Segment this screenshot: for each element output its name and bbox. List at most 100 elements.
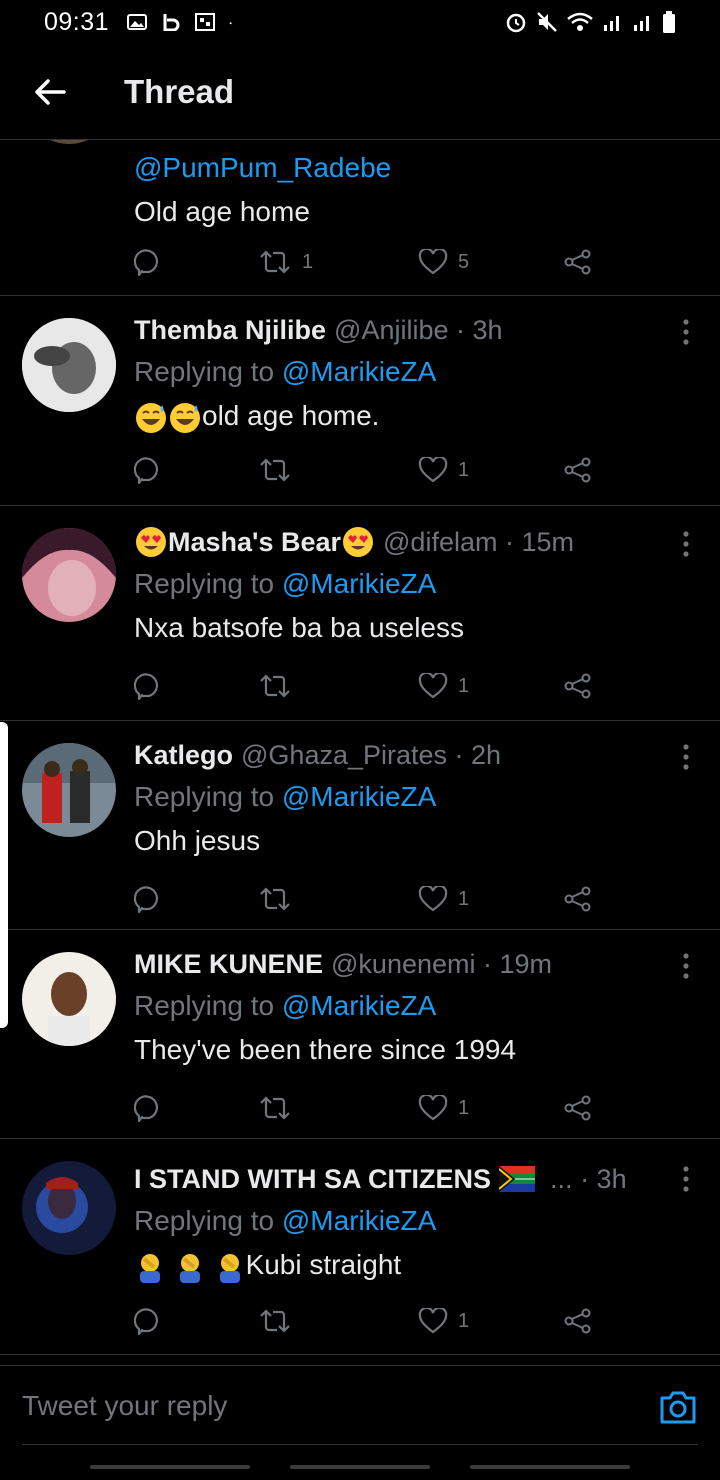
- avatar[interactable]: [22, 952, 116, 1046]
- back-button[interactable]: [20, 62, 80, 122]
- tweet-partial[interactable]: @PumPum_Radebe Old age home 1 5: [0, 140, 720, 296]
- reply-button[interactable]: [134, 672, 258, 700]
- heart-icon: [418, 1095, 448, 1121]
- more-options-icon[interactable]: [682, 530, 690, 558]
- avatar[interactable]: [22, 318, 116, 412]
- retweet-button[interactable]: 1: [258, 249, 418, 275]
- tweet-author-name[interactable]: Themba Njilibe: [134, 310, 326, 350]
- tweet[interactable]: Katlego @Ghaza_Pirates · 2h Replying to @…: [0, 721, 720, 930]
- camera-icon[interactable]: [658, 1388, 698, 1426]
- arrow-left-icon: [35, 78, 66, 105]
- reply-button[interactable]: [134, 248, 258, 276]
- wifi-icon: [567, 12, 593, 31]
- tweet-time: · 19m: [483, 949, 553, 979]
- tweet-text: old age home.: [134, 394, 690, 438]
- tweet-time: · 15m: [504, 527, 575, 557]
- signal-icon: [604, 16, 619, 31]
- retweet-button[interactable]: [258, 886, 418, 912]
- avatar-image: [22, 318, 116, 412]
- reply-button[interactable]: [134, 1094, 258, 1122]
- edge-panel-handle[interactable]: [0, 722, 8, 1028]
- mention-link[interactable]: @MarikieZA: [282, 568, 436, 599]
- retweet-icon: [260, 887, 290, 911]
- like-button[interactable]: 1: [418, 1095, 564, 1121]
- reply-button[interactable]: [134, 1307, 258, 1335]
- battery-icon: [663, 11, 675, 33]
- retweet-button[interactable]: [258, 457, 418, 483]
- like-button[interactable]: 1: [418, 886, 564, 912]
- share-icon: [564, 673, 591, 699]
- tweet-author-handle[interactable]: @Ghaza_Pirates: [241, 735, 447, 775]
- tweet-author-handle[interactable]: ...: [550, 1159, 573, 1199]
- like-button[interactable]: 1: [418, 457, 564, 483]
- share-icon: [564, 457, 591, 483]
- mention-link[interactable]: @MarikieZA: [282, 356, 436, 387]
- reply-button[interactable]: [134, 885, 258, 913]
- tweet-author-handle[interactable]: @difelam: [383, 522, 497, 562]
- mention-link[interactable]: @MarikieZA: [282, 990, 436, 1021]
- mention-link[interactable]: @MarikieZA: [282, 781, 436, 812]
- more-options-icon[interactable]: [682, 1165, 690, 1193]
- avatar[interactable]: [22, 1161, 116, 1255]
- like-count: 5: [458, 250, 470, 273]
- avatar[interactable]: [22, 528, 116, 622]
- tweet-thread[interactable]: @PumPum_Radebe Old age home 1 5 Themba N…: [0, 140, 720, 1365]
- tweet-author-handle[interactable]: @Anjilibe: [334, 310, 448, 350]
- heart-eyes-emoji-icon: [343, 527, 374, 557]
- heart-icon: [418, 886, 448, 912]
- alarm-icon: [506, 13, 526, 33]
- share-icon: [564, 1095, 591, 1121]
- tweet-author-name[interactable]: Masha's Bear: [168, 522, 341, 562]
- like-button[interactable]: 5: [418, 249, 564, 275]
- tweet-reply-input[interactable]: [22, 1366, 622, 1446]
- tweet-text: They've been there since 1994: [134, 1034, 517, 1065]
- avatar[interactable]: [22, 743, 116, 837]
- share-button[interactable]: [564, 457, 592, 483]
- tweet-actions: 1 5: [134, 242, 614, 282]
- reply-button[interactable]: [134, 456, 258, 484]
- tweet-author-name[interactable]: I STAND WITH SA CITIZENS: [134, 1159, 491, 1199]
- share-button[interactable]: [564, 886, 592, 912]
- divider: [22, 1444, 698, 1445]
- avatar[interactable]: [22, 140, 116, 144]
- retweet-button[interactable]: [258, 673, 418, 699]
- mention-link[interactable]: @PumPum_Radebe: [134, 152, 391, 183]
- tweet-author-name[interactable]: MIKE KUNENE: [134, 944, 323, 984]
- nav-recents-button[interactable]: [90, 1465, 250, 1469]
- replying-to: Replying to @MarikieZA: [134, 990, 437, 1021]
- share-button[interactable]: [564, 1308, 592, 1334]
- nav-back-button[interactable]: [470, 1465, 630, 1469]
- like-button[interactable]: 1: [418, 673, 564, 699]
- share-button[interactable]: [564, 249, 592, 275]
- system-nav-bar: [0, 1446, 720, 1480]
- heart-eyes-emoji-icon: [136, 527, 166, 557]
- more-options-icon[interactable]: [682, 743, 690, 771]
- avatar-image: [22, 952, 116, 1046]
- like-count: 1: [458, 458, 470, 481]
- retweet-icon: [260, 1096, 290, 1120]
- share-button[interactable]: [564, 673, 592, 699]
- more-options-icon[interactable]: [682, 318, 690, 346]
- like-button[interactable]: 1: [418, 1308, 564, 1334]
- tweet[interactable]: MIKE KUNENE @kunenemi · 19m Replying to @…: [0, 930, 720, 1139]
- facepalm-emoji-icon: [140, 1253, 160, 1283]
- share-button[interactable]: [564, 1095, 592, 1121]
- tweet[interactable]: I STAND WITH SA CITIZENS ... · 3h Replyi…: [0, 1139, 720, 1355]
- thread-header: Thread: [0, 44, 720, 140]
- more-options-icon[interactable]: [682, 952, 690, 980]
- avatar-image: [22, 1161, 116, 1255]
- facepalm-emoji-icon: [179, 1253, 200, 1283]
- tweet-author-handle[interactable]: @kunenemi: [331, 944, 475, 984]
- retweet-button[interactable]: [258, 1308, 418, 1334]
- comment-icon: [134, 886, 158, 913]
- tweet[interactable]: Masha's Bear @difelam · 15m Replying to @…: [0, 506, 720, 721]
- tweet-author-name[interactable]: Katlego: [134, 735, 233, 775]
- page-title: Thread: [124, 72, 235, 110]
- mention-link[interactable]: @MarikieZA: [282, 1205, 436, 1236]
- nav-home-button[interactable]: [290, 1465, 430, 1469]
- replying-to: Replying to @MarikieZA: [134, 568, 437, 599]
- tweet-actions: 1: [134, 666, 614, 706]
- tweet[interactable]: Themba Njilibe @Anjilibe · 3h Replying to…: [0, 296, 720, 506]
- retweet-button[interactable]: [258, 1095, 418, 1121]
- heart-icon: [418, 673, 448, 699]
